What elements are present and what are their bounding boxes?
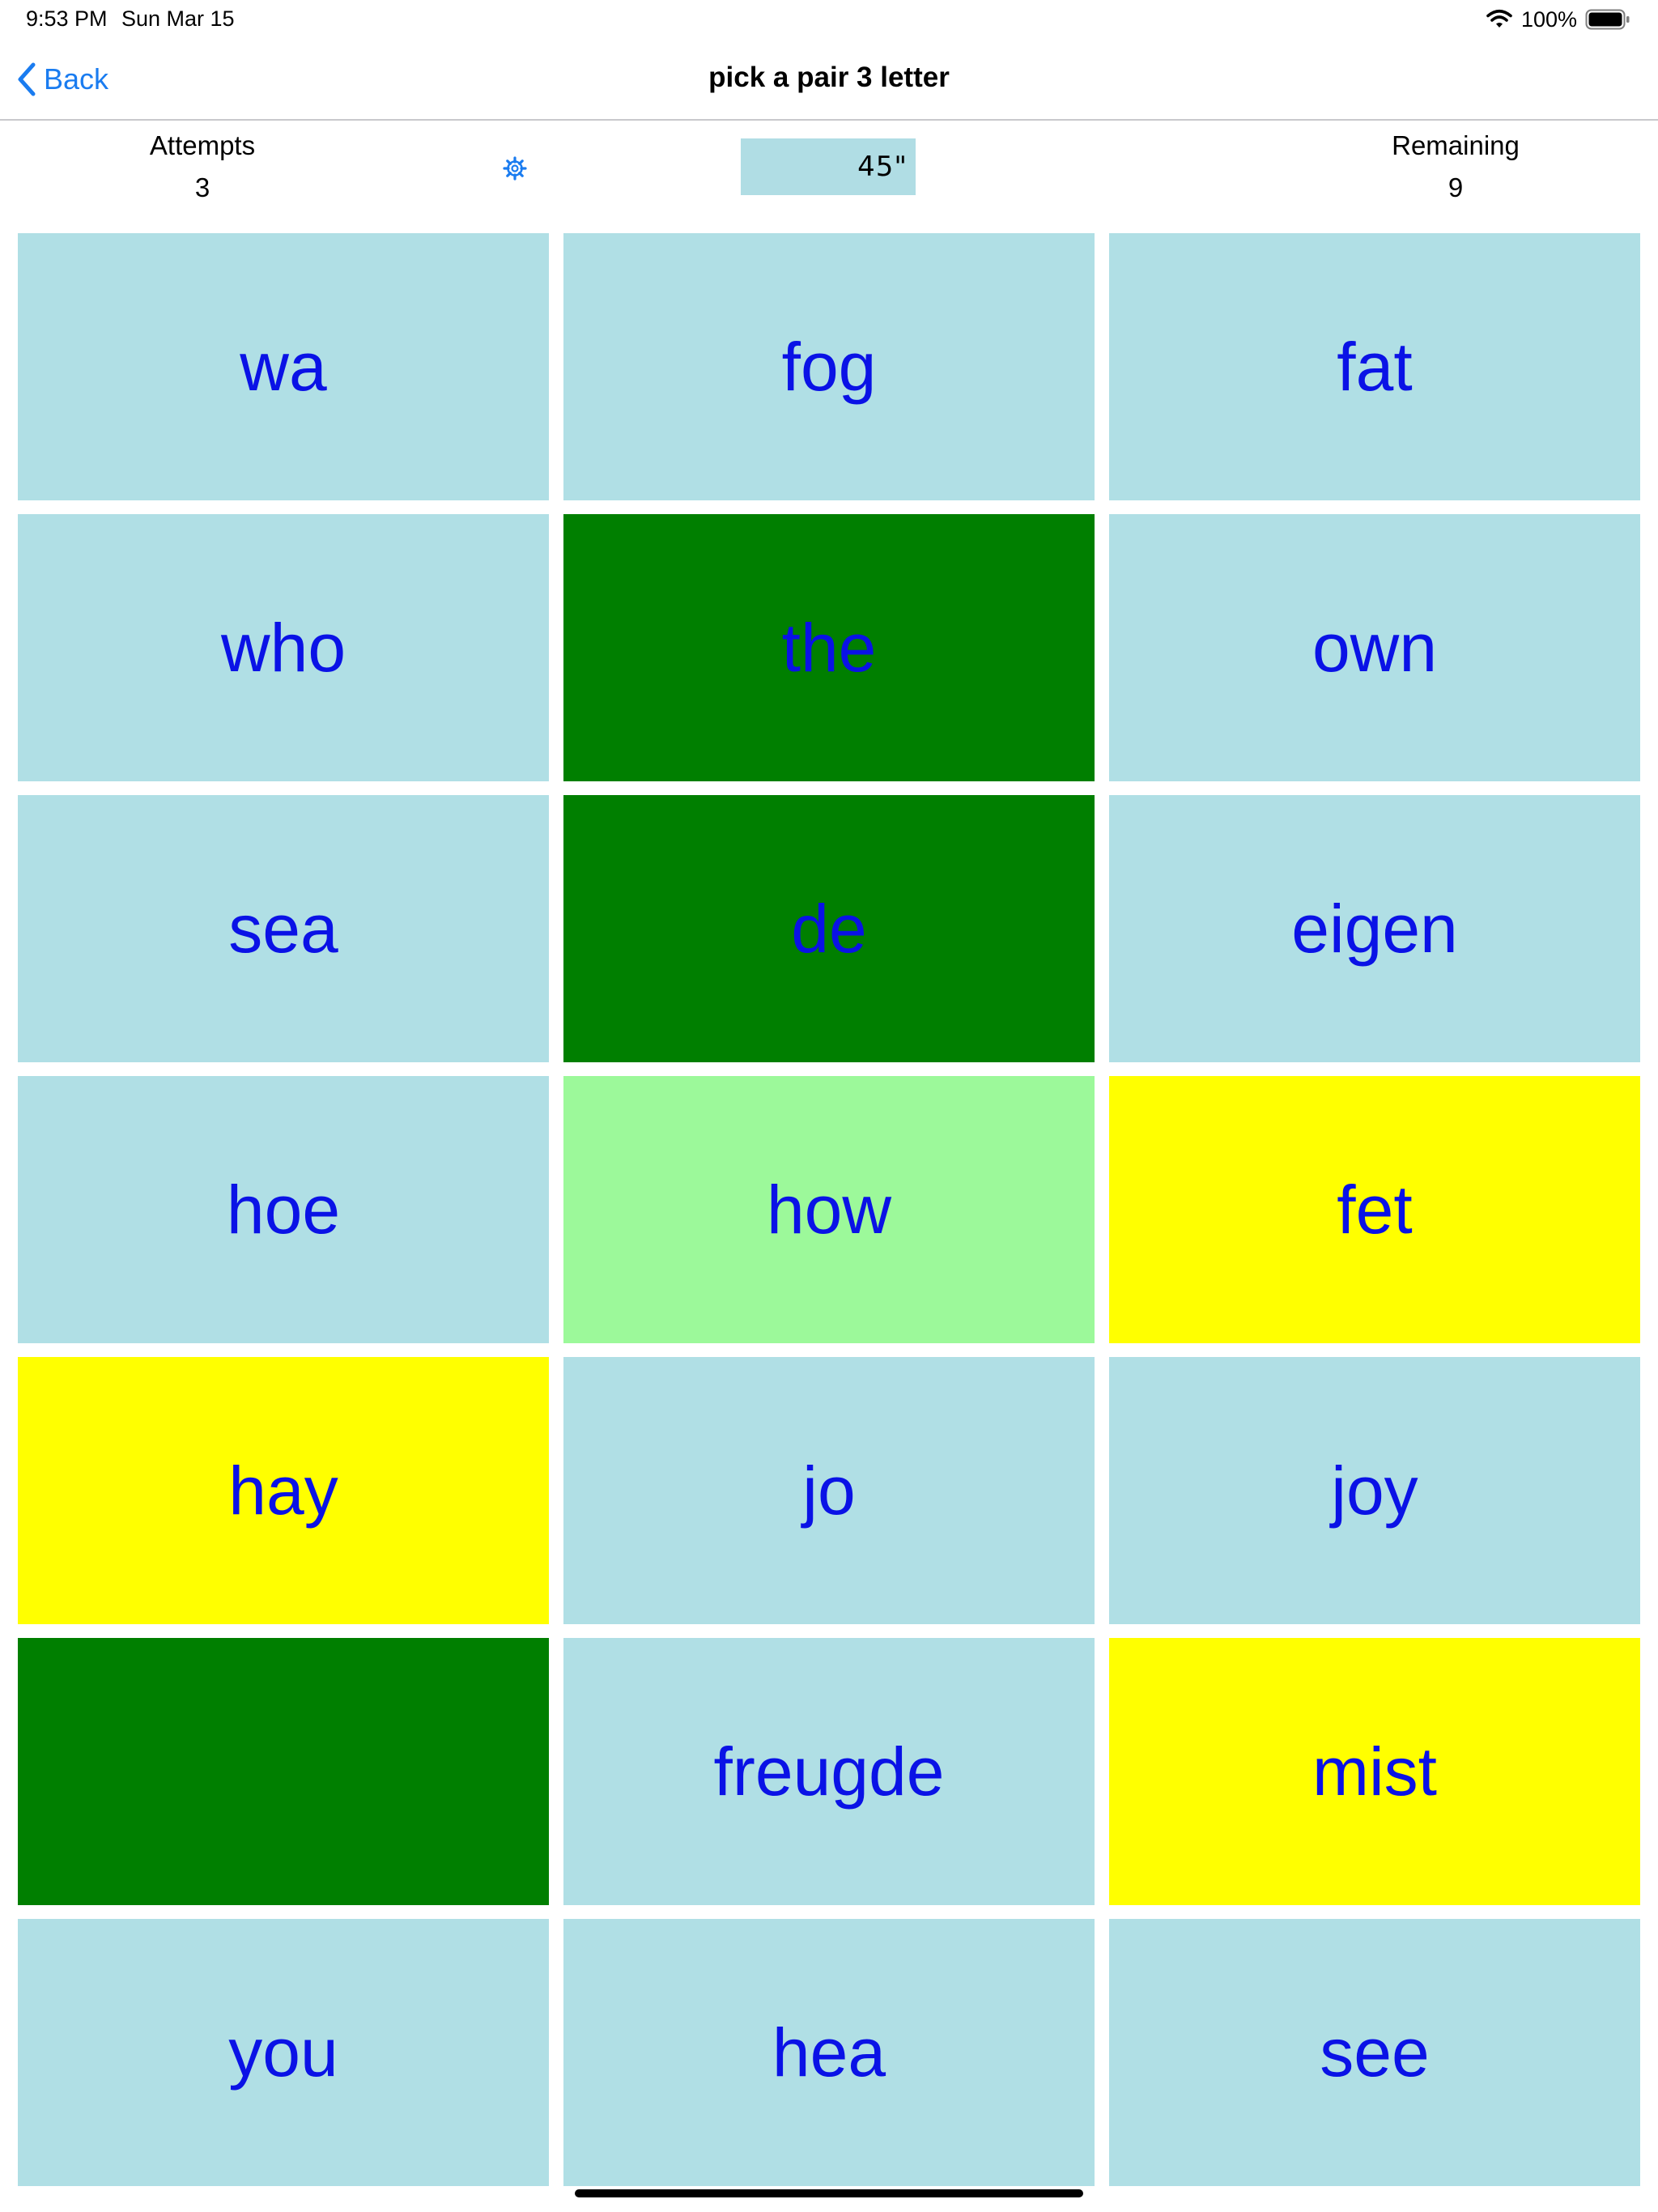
timer-display: 45" — [741, 138, 916, 195]
status-time: 9:53 PM — [26, 6, 108, 31]
status-date: Sun Mar 15 — [121, 6, 235, 31]
tile[interactable]: you — [18, 1919, 549, 2186]
tile[interactable]: hay — [18, 1357, 549, 1624]
wifi-icon — [1486, 9, 1512, 28]
remaining-counter: Remaining 9 — [1350, 128, 1561, 206]
tile[interactable]: the — [563, 514, 1095, 781]
tile-label: hea — [772, 2014, 886, 2091]
tile-label: see — [1320, 2014, 1430, 2091]
tile[interactable]: sea — [18, 795, 549, 1062]
tile-label: fet — [1337, 1171, 1413, 1248]
attempts-value: 3 — [194, 172, 210, 202]
battery-percentage: 100% — [1520, 6, 1577, 32]
remaining-label: Remaining — [1392, 130, 1520, 160]
tile[interactable]: freugde — [563, 1638, 1095, 1905]
tile[interactable]: hoe — [18, 1076, 549, 1343]
navigation-bar: Back pick a pair 3 letter — [0, 40, 1658, 121]
tile-label: own — [1312, 609, 1438, 686]
tile-label: de — [791, 890, 867, 967]
tile[interactable]: fet — [1109, 1076, 1640, 1343]
gear-icon[interactable] — [502, 155, 528, 181]
remaining-value: 9 — [1448, 172, 1464, 202]
tile-label: how — [766, 1171, 892, 1248]
tile[interactable]: who — [18, 514, 549, 781]
tile-label: fat — [1337, 328, 1413, 405]
tile-label: freugde — [713, 1733, 945, 1810]
tile-label: hoe — [226, 1171, 341, 1248]
tile[interactable]: own — [1109, 514, 1640, 781]
app-screen: 9:53 PM Sun Mar 15 100% Back pick a pair… — [0, 0, 1658, 2212]
tile[interactable]: jo — [563, 1357, 1095, 1624]
tile-label: eigen — [1291, 890, 1458, 967]
tile-label: mist — [1312, 1733, 1437, 1810]
tile-label: joy — [1331, 1452, 1418, 1529]
tile-label: sea — [228, 890, 338, 967]
tile[interactable]: fog — [563, 233, 1095, 500]
tile[interactable] — [18, 1638, 549, 1905]
page-title: pick a pair 3 letter — [708, 62, 950, 93]
battery-icon — [1585, 9, 1630, 30]
tile-label: fog — [781, 328, 877, 405]
tile-label: you — [228, 2014, 338, 2091]
status-indicators: 100% — [1486, 6, 1630, 32]
tile-label: the — [781, 609, 877, 686]
tile-grid: wa fog fat who the own sea de eigen hoe … — [18, 233, 1640, 2186]
tile-label: hay — [228, 1452, 338, 1529]
tile-label: wa — [240, 328, 327, 405]
tile[interactable]: de — [563, 795, 1095, 1062]
tile[interactable]: how — [563, 1076, 1095, 1343]
tile[interactable]: joy — [1109, 1357, 1640, 1624]
tile[interactable]: eigen — [1109, 795, 1640, 1062]
tile[interactable]: fat — [1109, 233, 1640, 500]
tile-label: jo — [802, 1452, 856, 1529]
home-indicator — [575, 2189, 1083, 2197]
tile[interactable]: mist — [1109, 1638, 1640, 1905]
attempts-label: Attempts — [149, 130, 256, 160]
tile-label: who — [220, 609, 346, 686]
attempts-counter: Attempts 3 — [97, 128, 308, 206]
tile[interactable]: hea — [563, 1919, 1095, 2186]
tile[interactable]: wa — [18, 233, 549, 500]
tile[interactable]: see — [1109, 1919, 1640, 2186]
